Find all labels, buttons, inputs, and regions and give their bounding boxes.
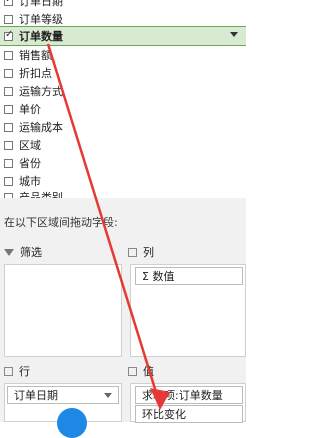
- rows-drop-area[interactable]: 订单日期: [4, 383, 122, 438]
- field-row-province[interactable]: 省份: [0, 154, 246, 172]
- field-checkbox[interactable]: [4, 140, 13, 150]
- field-label: 省份: [19, 157, 41, 170]
- field-label: 城市: [19, 175, 41, 188]
- field-row-product-category[interactable]: 产品类别: [0, 188, 246, 198]
- field-label: 单价: [19, 103, 41, 116]
- column-field-values[interactable]: Σ 数值: [135, 267, 243, 285]
- field-checkbox[interactable]: [4, 158, 13, 168]
- values-title: 值: [143, 365, 154, 378]
- field-label: 区域: [19, 139, 41, 152]
- field-label: 销售额: [19, 49, 52, 62]
- drag-hint: 在以下区域间拖动字段:: [0, 198, 246, 242]
- column-field-label: Σ 数值: [142, 270, 175, 283]
- value-field-sum-quantity[interactable]: 求和项:订单数量: [135, 386, 243, 404]
- columns-title: 列: [143, 246, 154, 259]
- field-checkbox[interactable]: [4, 68, 13, 78]
- field-checkbox[interactable]: [4, 29, 13, 41]
- field-label: 订单数量: [19, 30, 63, 43]
- field-dropdown-icon[interactable]: [230, 32, 238, 37]
- field-label: 运输方式: [19, 85, 63, 98]
- field-checkbox[interactable]: [4, 122, 13, 132]
- field-row-region[interactable]: 区域: [0, 136, 246, 154]
- field-row-ship-mode[interactable]: 运输方式: [0, 82, 246, 100]
- rows-icon: [4, 366, 13, 376]
- field-checkbox[interactable]: [4, 104, 13, 114]
- filters-drop-area[interactable]: [4, 264, 122, 357]
- chevron-down-icon[interactable]: [104, 393, 112, 398]
- field-label: 产品类别: [19, 191, 63, 198]
- rows-zone: 行 订单日期: [0, 357, 124, 438]
- field-checkbox[interactable]: [4, 50, 13, 60]
- columns-header: 列: [128, 242, 154, 262]
- columns-zone: 列 Σ 数值: [124, 242, 246, 357]
- field-checkbox[interactable]: [4, 0, 13, 6]
- filters-zone: 筛选: [0, 242, 124, 357]
- field-row-sales[interactable]: 销售额: [0, 46, 246, 64]
- filter-icon: [4, 248, 14, 256]
- field-row-order-quantity[interactable]: 订单数量: [0, 26, 246, 46]
- value-field-label: 求和项:订单数量: [142, 389, 223, 402]
- values-icon: [128, 366, 137, 376]
- field-label: 折扣点: [19, 67, 52, 80]
- columns-drop-area[interactable]: Σ 数值: [130, 264, 246, 357]
- field-list: 订单日期 订单等级 订单数量 销售额 折扣点 运输方式 单价 运输成本 区域 省…: [0, 0, 246, 198]
- field-checkbox[interactable]: [4, 86, 13, 96]
- avatar: [57, 408, 87, 438]
- field-row-order-date[interactable]: 订单日期: [0, 0, 246, 10]
- rows-title: 行: [19, 365, 30, 378]
- field-row-ship-cost[interactable]: 运输成本: [0, 118, 246, 136]
- field-checkbox[interactable]: [4, 176, 13, 186]
- filters-title: 筛选: [20, 246, 42, 259]
- field-row-unit-price[interactable]: 单价: [0, 100, 246, 118]
- rows-header: 行: [4, 361, 30, 381]
- row-field-order-date[interactable]: 订单日期: [7, 386, 119, 404]
- filters-header: 筛选: [4, 242, 42, 262]
- row-field-label: 订单日期: [14, 389, 58, 402]
- values-header: 值: [128, 361, 154, 381]
- field-label: 订单日期: [19, 0, 63, 8]
- field-row-discount[interactable]: 折扣点: [0, 64, 246, 82]
- drag-hint-text: 在以下区域间拖动字段:: [4, 216, 118, 229]
- values-drop-area[interactable]: 求和项:订单数量 环比变化: [130, 383, 246, 423]
- columns-icon: [128, 247, 137, 257]
- field-checkbox[interactable]: [4, 14, 13, 24]
- field-label: 订单等级: [19, 13, 63, 26]
- values-zone: 值 求和项:订单数量 环比变化: [124, 357, 246, 423]
- value-field-label: 环比变化: [142, 408, 186, 421]
- value-field-mom-change[interactable]: 环比变化: [135, 405, 243, 423]
- field-label: 运输成本: [19, 121, 63, 134]
